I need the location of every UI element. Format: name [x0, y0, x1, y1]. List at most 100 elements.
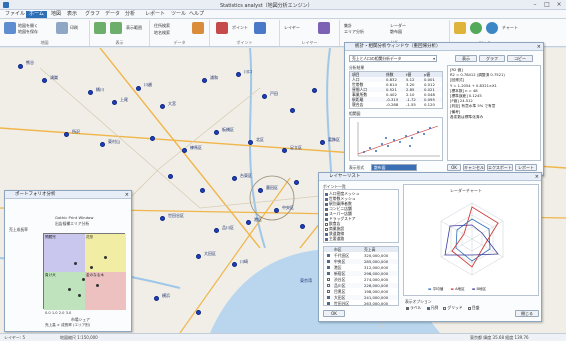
matrix-point[interactable]	[78, 294, 81, 297]
tab-graph[interactable]: グラフ	[479, 55, 505, 62]
ok-button[interactable]: OK	[447, 164, 461, 171]
close-icon[interactable]: ×	[554, 1, 564, 9]
tab-copy[interactable]: コピー	[507, 55, 533, 62]
map-point[interactable]	[196, 310, 201, 315]
option-checkbox[interactable]	[467, 306, 471, 310]
map-point[interactable]	[248, 140, 253, 145]
pie-icon[interactable]	[470, 22, 482, 34]
close-icon[interactable]: ×	[125, 191, 129, 199]
map-point[interactable]	[18, 64, 23, 69]
menu-map[interactable]: 地図	[48, 11, 64, 18]
map-point[interactable]	[300, 224, 305, 229]
table-row[interactable]: 目黒区 198,000,000	[324, 289, 398, 294]
map-point[interactable]	[150, 136, 155, 141]
print-icon[interactable]	[56, 22, 68, 34]
scatter-label[interactable]: 散布図	[390, 29, 402, 35]
map-point[interactable]	[160, 104, 165, 109]
list-item[interactable]: 主要道路	[324, 236, 398, 241]
table-row[interactable]: 千代田区 320,000,000	[324, 253, 398, 258]
table-row[interactable]: 競合店 -0.288 -1.55 0.120	[350, 102, 442, 107]
map-point[interactable]	[214, 130, 219, 135]
table-row[interactable]: 渋谷区 274,000,000	[324, 277, 398, 282]
chart-label[interactable]: チャート	[502, 25, 518, 31]
map-point[interactable]	[112, 100, 117, 105]
map-point[interactable]	[282, 148, 287, 153]
maximize-icon[interactable]: □	[542, 1, 552, 9]
map-point[interactable]	[168, 174, 173, 179]
result-text-area[interactable]: [R2 値] R2 = 0.78412 (調整済 0.7521) [回帰式] Y…	[447, 65, 541, 161]
search-icon[interactable]	[192, 22, 204, 34]
report-button[interactable]: レポート	[515, 164, 537, 171]
map-point[interactable]	[182, 148, 187, 153]
export-button[interactable]: エクスポート	[487, 164, 513, 171]
point-icon[interactable]	[216, 22, 228, 34]
table-row[interactable]: 新宿区 298,000,000	[324, 271, 398, 276]
aggregate-icon[interactable]	[318, 22, 330, 34]
map-point[interactable]	[246, 220, 251, 225]
option-checkbox[interactable]	[426, 306, 430, 310]
map-point[interactable]	[202, 78, 207, 83]
table-row[interactable]: 港区 312,000,000	[324, 265, 398, 270]
tab-view[interactable]: 表示	[455, 55, 477, 62]
menu-view[interactable]: 表示	[64, 11, 80, 18]
map-point[interactable]	[294, 180, 299, 185]
print-label[interactable]: 印刷	[70, 25, 78, 31]
chart-icon[interactable]	[454, 22, 466, 34]
close-icon[interactable]: ×	[537, 43, 541, 51]
close-icon[interactable]: ×	[535, 173, 539, 181]
table-row[interactable]: 中央区 285,000,000	[324, 259, 398, 264]
menu-analysis[interactable]: 分析	[122, 11, 138, 18]
option-checkbox[interactable]	[443, 306, 447, 310]
map-point[interactable]	[160, 216, 165, 221]
ok-button[interactable]: OK	[323, 310, 345, 317]
map-point[interactable]	[320, 140, 325, 145]
minimize-icon[interactable]: –	[530, 1, 540, 9]
area-analysis-label[interactable]: エリア分析	[344, 29, 364, 35]
map-point[interactable]	[214, 228, 219, 233]
close-button[interactable]: 閉じる	[515, 310, 539, 317]
map-point[interactable]	[42, 78, 47, 83]
scatter-plot[interactable]	[349, 117, 443, 161]
table-row[interactable]: 世田谷区 263,000,000	[324, 301, 398, 306]
cancel-button[interactable]: キャンセル	[463, 164, 485, 171]
matrix-point[interactable]	[90, 266, 93, 269]
zoom-in-icon[interactable]	[94, 22, 106, 34]
data-grid[interactable]: 市区 売上高 千代田区 320,000,000 中央区 285,000,000 港区…	[323, 246, 399, 306]
menu-file[interactable]: ファイル	[2, 11, 28, 18]
point-label[interactable]: ポイント	[232, 25, 248, 31]
quadrant-matrix[interactable]: 問題児 花形 負け犬 金のなる木	[43, 233, 126, 310]
map-point[interactable]	[136, 86, 141, 91]
map-point[interactable]	[196, 254, 201, 259]
matrix-point[interactable]	[74, 262, 77, 265]
zoom-out-icon[interactable]	[110, 22, 122, 34]
map-point[interactable]	[88, 90, 93, 95]
map-point[interactable]	[290, 108, 295, 113]
table-row[interactable]: 大田区 241,000,000	[324, 295, 398, 300]
map-point[interactable]	[64, 132, 69, 137]
map-point[interactable]	[312, 88, 317, 93]
map-point[interactable]	[200, 188, 205, 193]
view-range-label[interactable]: 表示範囲	[126, 25, 142, 31]
save-map-label[interactable]: 地図を保存	[18, 29, 38, 35]
map-point[interactable]	[232, 262, 237, 267]
map-point[interactable]	[100, 142, 105, 147]
table-row[interactable]: 品川区 226,000,000	[324, 283, 398, 288]
matrix-point[interactable]	[96, 284, 99, 287]
radar-chart[interactable]	[404, 195, 540, 291]
display-format-select[interactable]: 散布図	[371, 164, 417, 171]
menu-help[interactable]: ヘルプ	[186, 11, 207, 18]
address-search-label[interactable]: 住所検索	[154, 23, 170, 29]
layer-icon[interactable]	[254, 22, 266, 34]
stats-dropdown[interactable]: 売上と人口の相関分析データ ▾	[349, 55, 437, 62]
map-point[interactable]	[262, 94, 267, 99]
menu-data[interactable]: データ	[102, 11, 123, 18]
matrix-point[interactable]	[104, 256, 107, 259]
map-point[interactable]	[232, 176, 237, 181]
place-search-label[interactable]: 地名検索	[154, 30, 170, 36]
map-point[interactable]	[154, 296, 159, 301]
menu-graph[interactable]: グラフ	[82, 11, 103, 18]
coefficient-table[interactable]: 項目 係数 t値 p値 人口 0.832 5.12 0.001 世帯数 0.61…	[349, 71, 443, 109]
layer-label[interactable]: レイヤー	[284, 25, 300, 31]
globe-icon[interactable]	[486, 22, 498, 34]
matrix-point[interactable]	[68, 288, 71, 291]
